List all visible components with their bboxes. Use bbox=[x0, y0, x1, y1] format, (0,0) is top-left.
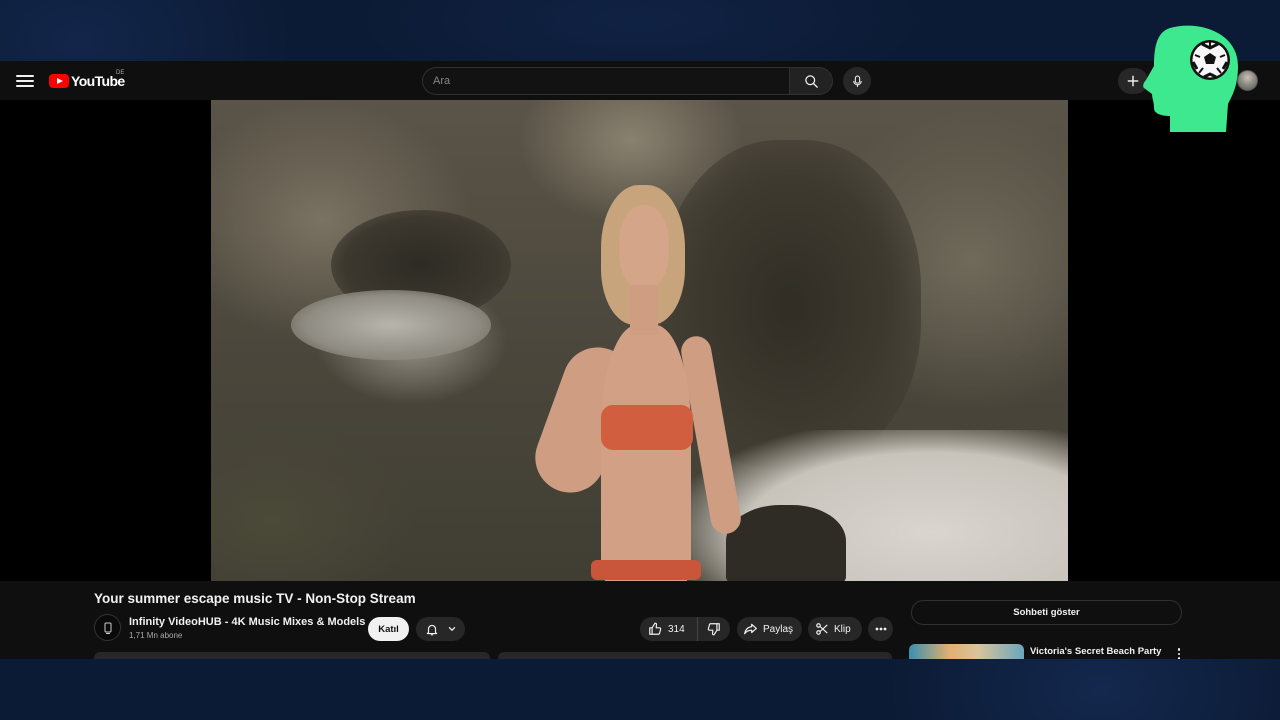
scissors-icon bbox=[816, 623, 828, 635]
soccer-ball-icon bbox=[1190, 40, 1230, 80]
like-button[interactable]: 314 bbox=[640, 617, 698, 641]
search-button[interactable] bbox=[789, 67, 833, 95]
subscriber-count: 1,71 Mn abone bbox=[129, 631, 183, 640]
bell-icon bbox=[426, 624, 437, 635]
share-icon bbox=[744, 623, 757, 635]
video-title: Your summer escape music TV - Non-Stop S… bbox=[94, 591, 416, 606]
voice-search-button[interactable] bbox=[843, 67, 871, 95]
comments-panel[interactable] bbox=[498, 652, 892, 659]
menu-icon[interactable] bbox=[16, 72, 34, 88]
video-scene-water bbox=[291, 290, 491, 360]
more-actions-button[interactable] bbox=[868, 617, 893, 641]
youtube-logo[interactable]: YouTube DE bbox=[49, 70, 125, 91]
recommendation-title[interactable]: Victoria's Secret Beach Party bbox=[1030, 646, 1161, 657]
more-icon bbox=[875, 627, 886, 631]
clip-button[interactable]: Klip bbox=[808, 617, 862, 641]
video-frame[interactable] bbox=[211, 100, 1068, 581]
thumbs-down-icon bbox=[707, 623, 720, 636]
like-count: 314 bbox=[668, 623, 685, 635]
search-icon bbox=[804, 74, 818, 88]
dislike-button[interactable] bbox=[698, 617, 730, 641]
like-dislike-group: 314 bbox=[640, 617, 730, 641]
chevron-down-icon bbox=[448, 626, 455, 632]
country-code: DE bbox=[116, 70, 125, 76]
youtube-window: YouTube DE Ara Your summer escape music … bbox=[0, 61, 1280, 659]
description-panel[interactable] bbox=[94, 652, 490, 659]
join-button[interactable]: Katıl bbox=[368, 617, 409, 641]
microphone-icon bbox=[852, 75, 862, 87]
video-subject bbox=[525, 185, 851, 581]
recommendation-thumbnail[interactable] bbox=[909, 644, 1024, 659]
create-icon bbox=[1127, 75, 1139, 87]
notification-button[interactable] bbox=[416, 617, 465, 641]
show-chat-button[interactable]: Sohbeti göster bbox=[911, 600, 1182, 625]
share-button[interactable]: Paylaş bbox=[737, 617, 802, 641]
search-input[interactable] bbox=[433, 75, 789, 87]
search-box[interactable] bbox=[422, 67, 789, 95]
thumbs-up-icon bbox=[649, 622, 662, 635]
channel-name[interactable]: Infinity VideoHUB - 4K Music Mixes & Mod… bbox=[129, 616, 365, 628]
youtube-play-icon bbox=[49, 74, 69, 88]
channel-logo-icon bbox=[104, 622, 111, 634]
top-bar: YouTube DE bbox=[0, 61, 1280, 100]
share-label: Paylaş bbox=[763, 623, 794, 635]
video-player[interactable] bbox=[0, 100, 1280, 581]
clip-label: Klip bbox=[834, 623, 851, 635]
kebab-icon[interactable] bbox=[1174, 646, 1184, 659]
channel-avatar[interactable] bbox=[94, 614, 121, 641]
soccer-head-logo bbox=[1143, 25, 1238, 132]
